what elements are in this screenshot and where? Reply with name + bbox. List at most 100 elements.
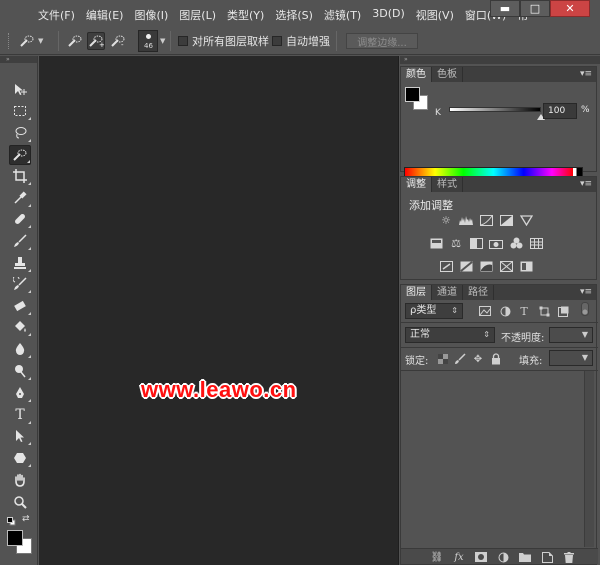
lasso-tool[interactable] xyxy=(9,123,31,143)
move-tool[interactable] xyxy=(9,80,31,100)
eyedropper-tool[interactable] xyxy=(9,188,31,208)
eraser-tool[interactable] xyxy=(9,296,31,316)
hue-saturation-icon[interactable] xyxy=(429,237,443,249)
sample-all-layers-checkbox[interactable] xyxy=(178,36,188,46)
levels-icon[interactable] xyxy=(459,214,473,226)
curves-icon[interactable] xyxy=(479,214,493,226)
type-tool[interactable]: T xyxy=(9,405,31,425)
filter-shape-icon[interactable] xyxy=(538,305,550,317)
healing-brush-tool[interactable] xyxy=(9,209,31,229)
menu-view[interactable]: 视图(V) xyxy=(416,7,454,23)
brightness-icon[interactable]: ☼ xyxy=(439,214,453,227)
fill-input[interactable]: ▼ xyxy=(549,350,593,366)
clone-stamp-tool[interactable] xyxy=(9,253,31,273)
exposure-icon[interactable] xyxy=(499,214,513,226)
minimize-button[interactable]: ▬ xyxy=(490,0,520,17)
black-white-icon[interactable] xyxy=(469,237,483,249)
toolbar-collapse-handle[interactable]: » xyxy=(0,56,37,63)
add-to-selection-button[interactable]: + xyxy=(87,32,105,50)
lock-transparent-icon[interactable] xyxy=(437,353,449,365)
layer-filter-type-select[interactable]: ρ类型 ⇕ xyxy=(405,303,463,319)
new-fill-layer-icon[interactable] xyxy=(497,551,509,563)
menu-select[interactable]: 选择(S) xyxy=(275,7,313,23)
close-button[interactable]: ✕ xyxy=(550,0,590,17)
link-layers-icon[interactable]: ⛓ xyxy=(431,551,444,563)
menu-image[interactable]: 图像(I) xyxy=(134,7,168,23)
marquee-tool[interactable] xyxy=(9,101,31,121)
filter-pixel-icon[interactable] xyxy=(479,305,491,317)
new-selection-button[interactable] xyxy=(66,32,84,50)
k-channel-slider[interactable] xyxy=(449,107,541,112)
layer-list[interactable] xyxy=(401,371,586,547)
threshold-icon[interactable] xyxy=(479,260,493,272)
tool-preset-picker[interactable]: ▼ xyxy=(18,32,43,50)
document-canvas-area[interactable]: www.leawo.cn xyxy=(39,56,399,565)
filter-smart-object-icon[interactable] xyxy=(557,305,569,317)
tab-paths[interactable]: 路径 xyxy=(463,285,494,300)
filter-type-icon[interactable]: T xyxy=(518,305,530,318)
opacity-input[interactable]: ▼ xyxy=(549,327,593,343)
brush-tool[interactable] xyxy=(9,231,31,251)
refine-edge-button[interactable]: 调整边缘... xyxy=(346,33,418,49)
invert-icon[interactable] xyxy=(439,260,453,272)
dodge-tool[interactable] xyxy=(9,361,31,381)
tab-channels[interactable]: 通道 xyxy=(432,285,463,300)
color-lookup-icon[interactable] xyxy=(529,237,543,249)
tab-adjustments[interactable]: 调整 xyxy=(401,177,432,192)
maximize-button[interactable]: □ xyxy=(520,0,550,17)
history-brush-tool[interactable] xyxy=(9,274,31,294)
auto-enhance-option[interactable]: 自动增强 xyxy=(272,32,330,50)
path-selection-tool[interactable] xyxy=(9,426,31,446)
gradient-map-icon[interactable] xyxy=(519,260,533,272)
lock-pixels-icon[interactable] xyxy=(454,353,466,365)
pen-tool[interactable] xyxy=(9,383,31,403)
tab-color[interactable]: 颜色 xyxy=(401,67,432,82)
menu-file[interactable]: 文件(F) xyxy=(38,7,75,23)
shape-tool[interactable] xyxy=(9,448,31,468)
panel-dock-collapse-handle[interactable]: » xyxy=(400,56,600,64)
lock-position-icon[interactable]: ✥ xyxy=(472,353,484,365)
filter-adjustment-icon[interactable] xyxy=(499,305,511,317)
sample-all-layers-option[interactable]: 对所有图层取样 xyxy=(178,32,269,50)
panel-menu-icon[interactable]: ▾≡ xyxy=(580,179,592,189)
tab-swatches[interactable]: 色板 xyxy=(432,67,463,82)
hand-tool[interactable] xyxy=(9,470,31,490)
quick-selection-tool[interactable] xyxy=(9,145,31,165)
add-mask-icon[interactable] xyxy=(475,551,487,563)
brush-dropdown[interactable]: ▼ xyxy=(160,32,165,50)
panel-menu-icon[interactable]: ▾≡ xyxy=(580,287,592,297)
foreground-color-swatch[interactable] xyxy=(7,530,23,546)
menu-type[interactable]: 类型(Y) xyxy=(227,7,264,23)
tab-layers[interactable]: 图层 xyxy=(401,285,432,300)
filter-toggle-icon[interactable] xyxy=(579,302,591,316)
layer-list-scrollbar[interactable] xyxy=(584,371,594,547)
subtract-selection-button[interactable]: - xyxy=(109,32,127,50)
default-colors-icon[interactable] xyxy=(7,516,16,526)
blur-tool[interactable] xyxy=(9,339,31,359)
photo-filter-icon[interactable] xyxy=(489,237,503,249)
channel-mixer-icon[interactable] xyxy=(509,237,523,249)
blend-mode-select[interactable]: 正常 ⇕ xyxy=(405,327,495,343)
posterize-icon[interactable] xyxy=(459,260,473,272)
auto-enhance-checkbox[interactable] xyxy=(272,36,282,46)
menu-layer[interactable]: 图层(L) xyxy=(179,7,216,23)
k-value-input[interactable]: 100 xyxy=(543,103,577,119)
vibrance-icon[interactable] xyxy=(519,214,533,226)
lock-all-icon[interactable] xyxy=(490,353,502,365)
zoom-tool[interactable] xyxy=(9,492,31,512)
swap-colors-icon[interactable]: ⇄ xyxy=(22,514,30,524)
crop-tool[interactable] xyxy=(9,166,31,186)
paint-bucket-tool[interactable] xyxy=(9,317,31,337)
menu-3d[interactable]: 3D(D) xyxy=(372,7,405,23)
trash-icon[interactable] xyxy=(563,551,575,563)
fx-icon[interactable]: fx xyxy=(453,551,465,563)
new-group-icon[interactable] xyxy=(519,551,531,563)
panel-menu-icon[interactable]: ▾≡ xyxy=(580,69,592,79)
menu-edit[interactable]: 编辑(E) xyxy=(86,7,124,23)
new-layer-icon[interactable] xyxy=(541,551,553,563)
panel-foreground-swatch[interactable] xyxy=(405,87,420,102)
menu-filter[interactable]: 滤镜(T) xyxy=(324,7,361,23)
color-balance-icon[interactable]: ⚖ xyxy=(449,237,463,250)
tab-styles[interactable]: 样式 xyxy=(432,177,463,192)
selective-color-icon[interactable] xyxy=(499,260,513,272)
